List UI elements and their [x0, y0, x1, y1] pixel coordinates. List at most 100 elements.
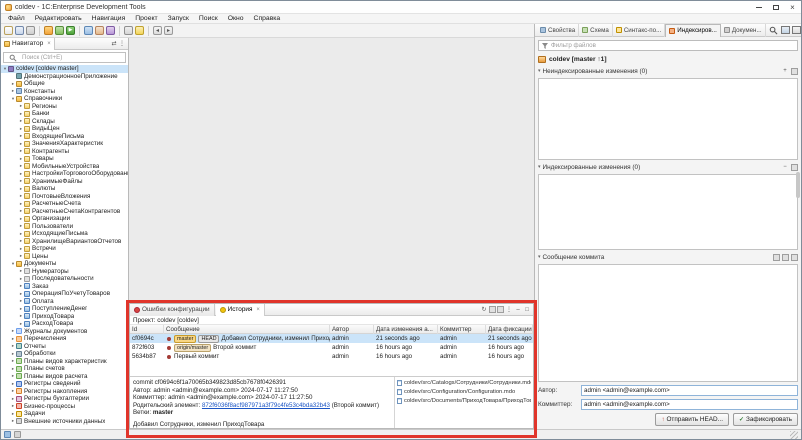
maximize-button[interactable] [767, 1, 784, 14]
tree-item[interactable]: ▸ Контрагенты [1, 148, 128, 156]
tree-item[interactable]: ▸ Нумераторы [1, 268, 128, 276]
add-signed-off-icon[interactable] [782, 253, 789, 261]
add-change-id-icon[interactable] [791, 253, 798, 261]
tree-item[interactable]: ▸ ПочтовыеВложения [1, 193, 128, 201]
tree-item[interactable]: ▸ Встречи [1, 245, 128, 253]
tree-item[interactable]: ▸ Последовательности [1, 275, 128, 283]
column-header[interactable]: Автор [330, 325, 374, 334]
tree-item[interactable]: ▸ Регистры накопления [1, 388, 128, 396]
refresh-icon[interactable]: ↻ [480, 306, 488, 314]
search-input[interactable] [22, 53, 123, 62]
tree-item[interactable]: ▸ Журналы документов [1, 328, 128, 336]
tree-item[interactable]: ▸ Заказ [1, 283, 128, 291]
resize-grip[interactable] [790, 430, 798, 439]
amend-commit-icon[interactable] [773, 253, 780, 261]
back-icon[interactable]: ◂ [153, 26, 162, 35]
tree-item[interactable]: ▸ ОперацияПоУчетуТоваров [1, 290, 128, 298]
tree-item[interactable]: ▸ РасчетныеСчетаКонтрагентов [1, 208, 128, 216]
tab-configuration-errors[interactable]: Ошибки конфигурации [130, 303, 215, 316]
tree-item[interactable]: ▸ Бизнес-процессы [1, 403, 128, 411]
compare-merge-icon[interactable] [106, 26, 115, 35]
navigator-search-box[interactable] [3, 52, 126, 63]
collapse-icon[interactable]: ▾ [538, 68, 541, 74]
changed-file-row[interactable]: coldev/src/Configuration/Configuration.m… [395, 387, 533, 396]
tree-item[interactable]: ▸ Организации [1, 215, 128, 223]
maximize-view-icon[interactable]: □ [523, 306, 531, 314]
search-dialog-icon[interactable] [124, 26, 133, 35]
tree-item[interactable]: ▸ ХранимыеФайлы [1, 178, 128, 186]
unstaged-sort-icon[interactable] [791, 67, 798, 75]
tree-item[interactable]: ▸ Регистры бухгалтерии [1, 395, 128, 403]
tree-item[interactable]: ▾ Справочники [1, 95, 128, 103]
update-configuration-icon[interactable] [84, 26, 93, 35]
search-icon[interactable] [769, 26, 778, 35]
bookmark-icon[interactable] [135, 26, 144, 35]
tree-item[interactable]: ▸ Цены [1, 253, 128, 261]
close-button[interactable]: × [784, 1, 801, 14]
parent-commit-link[interactable]: 872f6036f8acf987971a3f79c4fe53c4bda32b43 [202, 402, 330, 409]
file-filter-input[interactable] [551, 41, 795, 50]
menu-item[interactable]: Окно [223, 15, 249, 22]
column-header[interactable]: Сообщение [164, 325, 330, 334]
tree-item[interactable]: ▸ Внешние источники данных [1, 418, 128, 426]
collapse-icon[interactable]: ▾ [538, 254, 541, 260]
tree-item[interactable]: ДемонстрационноеПриложение [1, 73, 128, 81]
column-header[interactable]: Коммиттер [438, 325, 486, 334]
tree-item[interactable]: ▸ Общие [1, 80, 128, 88]
menu-item[interactable]: Навигация [87, 15, 131, 22]
tree-item[interactable]: ▸ Планы счетов [1, 365, 128, 373]
staged-sort-icon[interactable] [791, 163, 798, 171]
column-header[interactable]: Id [130, 325, 164, 334]
commit-row[interactable]: 5634b87 Первый коммит admin 16 hours ago… [130, 352, 533, 361]
collapse-icon[interactable]: ▾ [538, 164, 541, 170]
stage-all-icon[interactable]: + [781, 67, 789, 75]
tab-git-staging[interactable]: Индексиров... [665, 23, 721, 37]
tree-item[interactable]: ▾ Документы [1, 260, 128, 268]
tree-item[interactable]: ▸ Регионы [1, 103, 128, 111]
minimize-view-icon[interactable]: – [514, 306, 522, 314]
changed-file-row[interactable]: coldev/src/Catalogs/Сотрудники/Сотрудник… [395, 378, 533, 387]
menu-item[interactable]: Файл [3, 15, 30, 22]
tree-item[interactable]: ▸ Склады [1, 118, 128, 126]
run-icon[interactable]: ▶ [66, 26, 75, 35]
unstage-all-icon[interactable]: − [781, 163, 789, 171]
view-menu-icon[interactable]: ⋮ [505, 306, 513, 314]
tree-item[interactable]: ▸ ВидыЦен [1, 125, 128, 133]
tree-item[interactable]: ▸ ПоступлениеДенег [1, 305, 128, 313]
column-header[interactable]: Дата фиксации [486, 325, 533, 334]
commit-button[interactable]: ✓ Зафиксировать [732, 413, 798, 426]
file-filter-box[interactable] [538, 40, 798, 51]
commit-row[interactable]: 872f603 origin/master Второй коммит admi… [130, 343, 533, 352]
menu-item[interactable]: Редактировать [30, 15, 87, 22]
new-wizard-icon[interactable] [4, 26, 13, 35]
tree-item[interactable]: ▸ Обработки [1, 350, 128, 358]
tree-item[interactable]: ▸ Задачи [1, 410, 128, 418]
close-tab-icon[interactable]: × [256, 307, 260, 313]
status-editors-icon[interactable] [4, 431, 11, 438]
forward-icon[interactable]: ▸ [164, 26, 173, 35]
tree-item[interactable]: ▸ Перечисления [1, 335, 128, 343]
tab-properties[interactable]: Свойства [537, 23, 580, 37]
commit-row[interactable]: cf0694c master HEAD Добавил Сотрудники, … [130, 334, 533, 343]
tree-item[interactable]: ▸ ПриходТовара [1, 313, 128, 321]
tree-item[interactable]: ▸ Константы [1, 88, 128, 96]
tree-item[interactable]: ▸ Отчеты [1, 343, 128, 351]
repository-row[interactable]: coldev [master ↑1] [538, 54, 798, 64]
menu-item[interactable]: Запуск [163, 15, 194, 22]
tab-history[interactable]: История × [215, 303, 265, 316]
committer-input[interactable] [581, 399, 798, 410]
link-with-editor-icon[interactable]: ⇄ [110, 40, 118, 48]
tree-item[interactable]: ▸ Регистры сведений [1, 380, 128, 388]
tree-item[interactable]: ▸ ВходящиеПисьма [1, 133, 128, 141]
tree-item[interactable]: ▸ НастройкиТорговогоОборудования [1, 170, 128, 178]
column-header[interactable]: Дата изменения а... [374, 325, 438, 334]
staged-changes-list[interactable] [538, 174, 798, 250]
scrollbar-thumb[interactable] [796, 172, 800, 198]
minimize-button[interactable] [750, 1, 767, 14]
status-background-jobs-icon[interactable] [14, 431, 21, 438]
tree-item[interactable]: ▸ РасчетныеСчета [1, 200, 128, 208]
debug-icon[interactable] [55, 26, 64, 35]
changed-file-row[interactable]: coldev/src/Documents/ПриходТовара/Приход… [395, 396, 533, 405]
tree-item[interactable]: ▸ ХранилищеВариантовОтчетов [1, 238, 128, 246]
tab-syntax-help[interactable]: Синтакс-по... [613, 23, 666, 37]
